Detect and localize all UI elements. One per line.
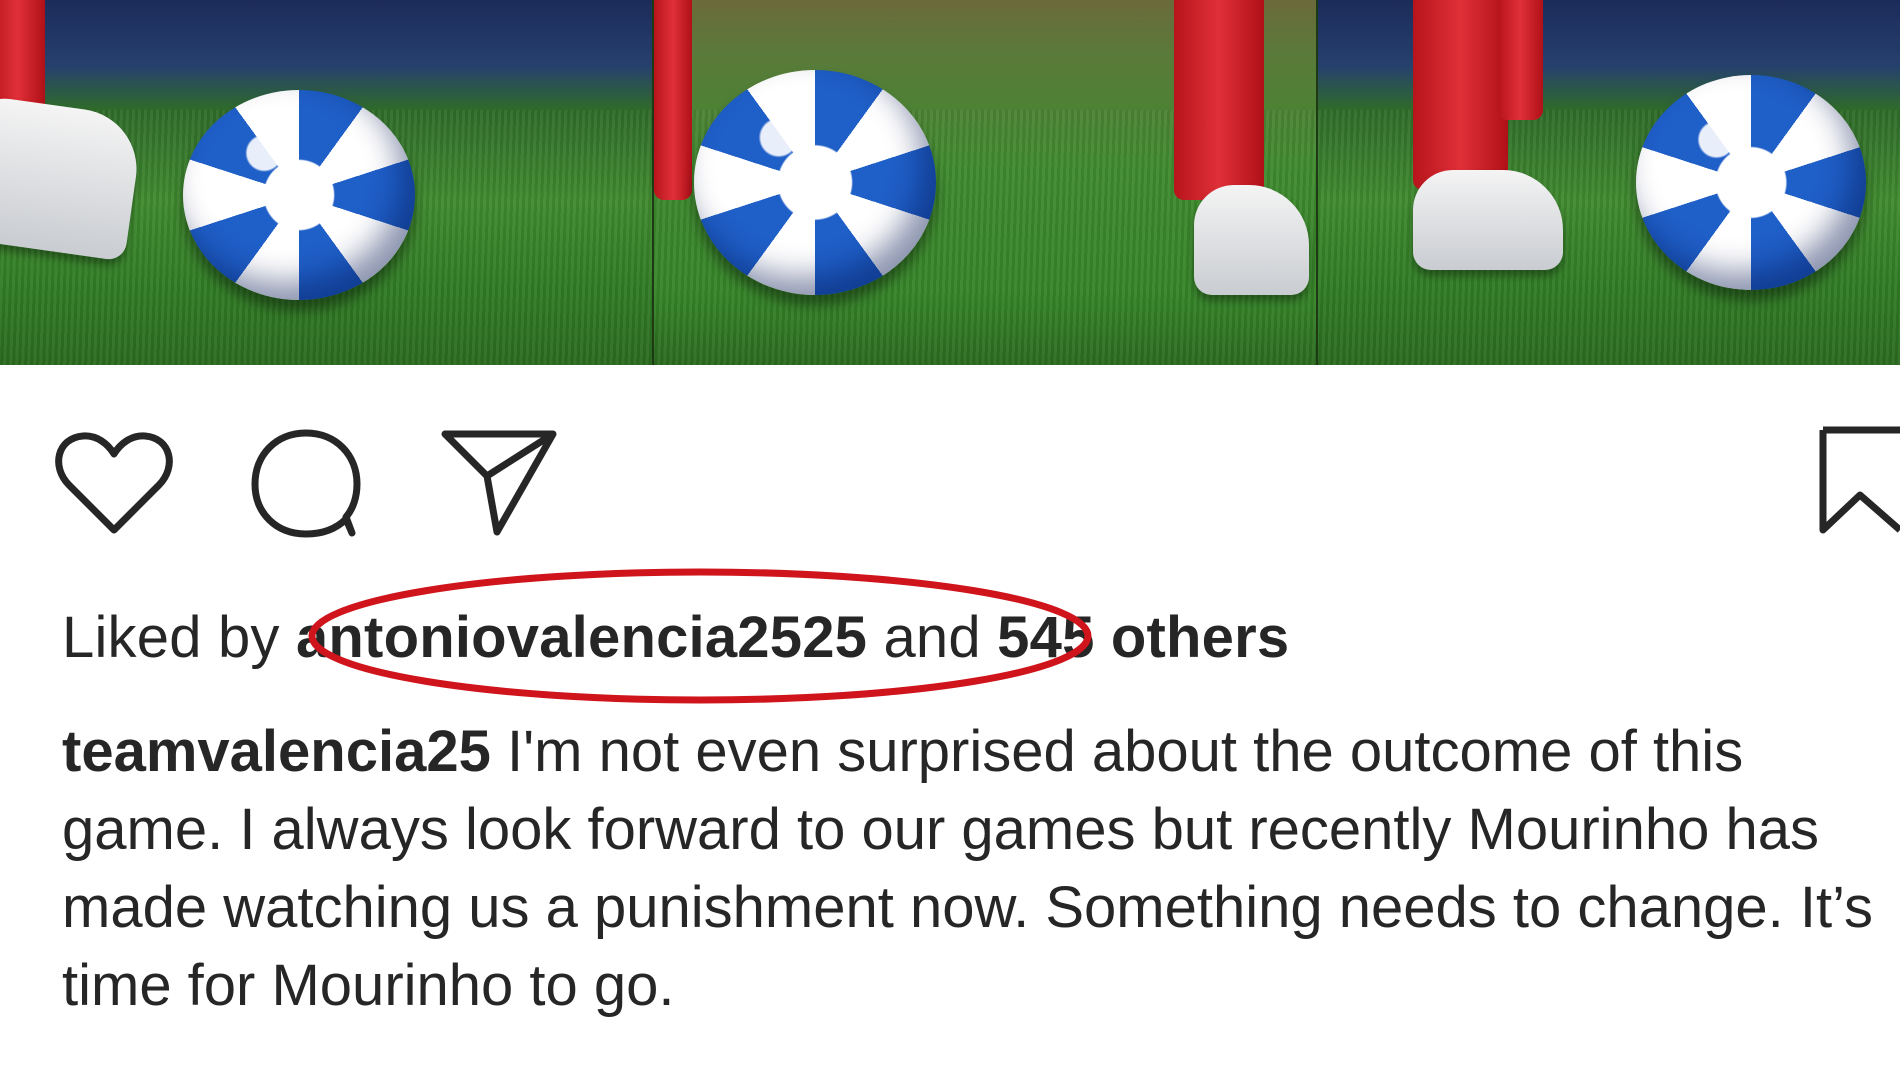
post-image-left[interactable]	[0, 0, 652, 365]
caption-username-link[interactable]: teamvalencia25	[62, 719, 491, 784]
player-sock	[1413, 0, 1508, 190]
likes-summary: Liked by antoniovalencia2525 and 545 oth…	[62, 603, 1289, 673]
comment-icon[interactable]	[250, 427, 362, 539]
post-caption: teamvalencia25 I'm not even surprised ab…	[62, 713, 1892, 1025]
bookmark-icon[interactable]	[1818, 425, 1900, 537]
player-sock	[654, 0, 692, 200]
player-boot	[1413, 170, 1563, 270]
post-image-right[interactable]	[1318, 0, 1900, 365]
football	[1636, 75, 1866, 290]
liked-by-username-link[interactable]: antoniovalencia2525	[296, 605, 867, 670]
likes-prefix: Liked by	[62, 605, 280, 670]
post-image-middle[interactable]	[652, 0, 1318, 365]
likes-others-link[interactable]: 545 others	[997, 605, 1289, 670]
post-image-strip[interactable]	[0, 0, 1900, 365]
football	[694, 70, 936, 295]
football	[183, 90, 415, 300]
heart-icon[interactable]	[55, 430, 173, 536]
paper-plane-icon[interactable]	[440, 428, 560, 538]
likes-connector: and	[883, 605, 981, 670]
player-sock	[1498, 0, 1543, 120]
player-sock	[1174, 0, 1264, 200]
